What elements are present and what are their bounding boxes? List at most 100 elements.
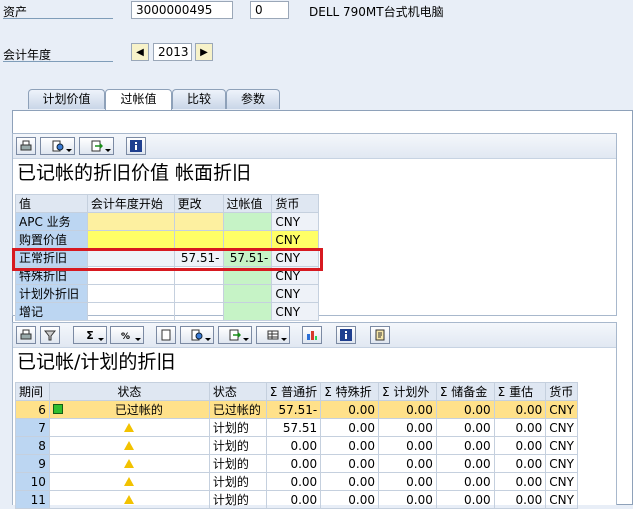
information-button[interactable] [126, 137, 146, 155]
cell-change [173, 230, 224, 249]
status-text: 已过帐的 [114, 403, 163, 417]
info-icon [130, 140, 142, 152]
cell-posted [222, 212, 273, 231]
cell-currency: CNY [271, 302, 319, 321]
next-year-button[interactable]: ▶ [195, 43, 213, 61]
cell-start [86, 212, 175, 231]
column-header: 过帐值 [222, 194, 273, 213]
subtotal-button[interactable]: % [110, 326, 144, 344]
cell-reserve: 0.00 [435, 418, 495, 437]
view-button[interactable] [40, 137, 75, 155]
layout-button[interactable] [256, 326, 290, 344]
table-row[interactable]: 11 计划的 0.00 0.00 0.00 0.00 0.00 CNY [15, 490, 578, 509]
export-button[interactable] [218, 326, 252, 344]
information-button[interactable] [336, 326, 356, 344]
bar-chart-icon [307, 331, 317, 340]
cell-start [86, 230, 175, 249]
lower-title: 已记帐/计划的折旧 [17, 351, 176, 373]
cell-reserve: 0.00 [435, 454, 495, 473]
cell-period: 8 [15, 436, 50, 455]
table-row[interactable]: APC 业务 CNY [15, 212, 319, 231]
column-header: 状态 [208, 382, 267, 401]
printer-icon [20, 140, 32, 151]
cell-ordinary: 0.00 [265, 454, 322, 473]
cell-reserve: 0.00 [435, 400, 495, 419]
posted-depreciation-panel: 已记帐的折旧价值 帐面折旧 值 会计年度开始 更改 过帐值 货币 APC 业务 … [12, 133, 617, 321]
asset-number-field[interactable]: 3000000495 [131, 1, 233, 19]
cell-currency: CNY [545, 436, 578, 455]
subtotal-icon: % [121, 332, 130, 341]
cell-currency: CNY [545, 490, 578, 509]
view-button[interactable] [180, 326, 214, 344]
tab-posted-values[interactable]: 过帐值 [105, 89, 172, 110]
cell-ordinary: 57.51- [265, 400, 322, 419]
sum-button[interactable]: Σ [73, 326, 107, 344]
cell-status: 计划的 [208, 418, 267, 437]
info-icon [340, 329, 352, 341]
column-header: 会计年度开始 [86, 194, 175, 213]
cell-period: 11 [15, 490, 50, 509]
export-icon [91, 140, 103, 152]
column-header: Σ 重估 [493, 382, 547, 401]
graphic-button[interactable] [302, 326, 322, 344]
cell-unplanned: 0.00 [378, 490, 437, 509]
previous-year-button[interactable]: ◀ [131, 43, 149, 61]
warning-triangle-icon [124, 476, 135, 486]
triangle-right-icon: ▶ [200, 46, 208, 58]
row-label: APC 业务 [15, 212, 88, 231]
lower-toolbar: Σ % [13, 323, 616, 348]
notes-button[interactable] [370, 326, 390, 344]
green-square-icon [52, 404, 63, 414]
document-icon [161, 329, 171, 341]
column-header: 更改 [173, 194, 224, 213]
table-row[interactable]: 9 计划的 0.00 0.00 0.00 0.00 0.00 CNY [15, 454, 578, 473]
table-row[interactable]: 8 计划的 0.00 0.00 0.00 0.00 0.00 CNY [15, 436, 578, 455]
cell-special: 0.00 [320, 490, 380, 509]
cell-change [173, 302, 224, 321]
cell-revaluation: 0.00 [493, 454, 547, 473]
cell-status-icon [48, 436, 210, 455]
print-preview-button[interactable] [156, 326, 176, 344]
tab-parameters[interactable]: 参数 [226, 89, 280, 109]
cell-special: 0.00 [320, 454, 380, 473]
filter-button[interactable] [40, 326, 60, 344]
column-header: 期间 [15, 382, 50, 401]
column-header: Σ 储备金 [435, 382, 495, 401]
table-row[interactable]: 增记 CNY [15, 302, 319, 321]
fiscal-year-field[interactable]: 2013 [153, 43, 192, 61]
row-label: 购置价值 [15, 230, 88, 249]
cell-status-icon [48, 490, 210, 509]
cell-period: 10 [15, 472, 50, 491]
upper-title: 已记帐的折旧价值 帐面折旧 [17, 162, 252, 184]
triangle-left-icon: ◀ [136, 46, 144, 58]
cell-start [86, 284, 175, 303]
cell-posted [222, 302, 273, 321]
cell-period: 9 [15, 454, 50, 473]
table-row[interactable]: 6 已过帐的 已过帐的 57.51- 0.00 0.00 0.00 0.00 C… [15, 400, 578, 419]
cell-unplanned: 0.00 [378, 418, 437, 437]
cell-ordinary: 0.00 [265, 436, 322, 455]
cell-unplanned: 0.00 [378, 400, 437, 419]
subnumber-field[interactable]: 0 [250, 1, 289, 19]
cell-currency: CNY [545, 418, 578, 437]
sigma-icon: Σ [86, 328, 94, 342]
export-button[interactable] [79, 137, 114, 155]
cell-unplanned: 0.00 [378, 472, 437, 491]
table-row[interactable]: 7 计划的 57.51 0.00 0.00 0.00 0.00 CNY [15, 418, 578, 437]
cell-change [173, 212, 224, 231]
details-button[interactable] [16, 326, 36, 344]
cell-special: 0.00 [320, 400, 380, 419]
cell-status: 计划的 [208, 472, 267, 491]
tab-comparison[interactable]: 比较 [172, 89, 226, 109]
cell-status-icon: 已过帐的 [48, 400, 210, 419]
cell-special: 0.00 [320, 436, 380, 455]
table-row[interactable]: 计划外折旧 CNY [15, 284, 319, 303]
print-button[interactable] [16, 137, 36, 155]
cell-unplanned: 0.00 [378, 454, 437, 473]
column-header: 值 [15, 194, 88, 213]
table-row[interactable]: 10 计划的 0.00 0.00 0.00 0.00 0.00 CNY [15, 472, 578, 491]
column-header: Σ 特殊折 [320, 382, 380, 401]
table-row[interactable]: 购置价值 CNY [15, 230, 319, 249]
tab-planned-values[interactable]: 计划价值 [28, 89, 105, 109]
cell-ordinary: 0.00 [265, 472, 322, 491]
